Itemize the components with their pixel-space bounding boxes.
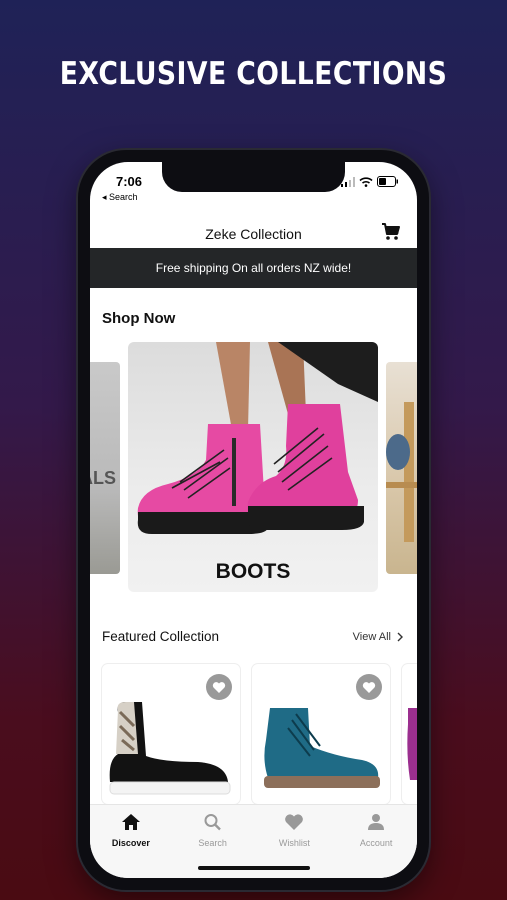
notch (162, 162, 345, 192)
app-header: Zeke Collection (90, 210, 417, 248)
back-to-search-link[interactable]: ◂ Search (102, 192, 138, 203)
tab-account[interactable]: Account (335, 805, 417, 878)
wishlist-button[interactable] (356, 674, 382, 700)
purple-boot-image (407, 708, 417, 780)
product-card[interactable] (102, 664, 240, 804)
tab-label: Search (198, 838, 227, 848)
heart-icon (285, 814, 304, 830)
heart-icon (362, 681, 376, 693)
shop-now-title: Shop Now (102, 310, 176, 327)
search-icon (204, 814, 221, 831)
category-card-label: BOOTS (215, 560, 291, 583)
category-card-next[interactable] (386, 362, 417, 574)
wishlist-button[interactable] (206, 674, 232, 700)
product-card-partial[interactable] (402, 664, 417, 804)
chair-image (386, 402, 417, 542)
status-icons (341, 176, 399, 187)
home-indicator (198, 866, 310, 870)
status-time: 7:06 (116, 174, 143, 189)
phone-frame: 7:06 ◂ Search Zeke Collection Free shipp… (78, 150, 429, 890)
pink-boots-image (137, 342, 378, 534)
headline: EXCLUSIVE COLLECTIONS (59, 56, 448, 92)
featured-collection-title: Featured Collection (102, 629, 220, 644)
tab-label: Discover (111, 838, 150, 848)
tab-discover[interactable]: Discover (90, 805, 172, 878)
app-screen: 7:06 ◂ Search Zeke Collection Free shipp… (90, 162, 417, 878)
battery-icon (377, 176, 398, 187)
category-card-label: ALS (90, 468, 116, 488)
chevron-right-icon (397, 632, 403, 642)
view-all-label: View All (352, 631, 391, 643)
category-carousel[interactable]: ALS BOOTS (90, 342, 417, 597)
category-card-sandals[interactable]: ALS (90, 362, 120, 574)
cart-icon[interactable] (381, 222, 401, 242)
tab-label: Account (359, 838, 393, 848)
page-title: Zeke Collection (205, 226, 302, 242)
view-all-link[interactable]: View All (353, 631, 403, 643)
home-icon (121, 814, 140, 830)
product-card[interactable] (252, 664, 390, 804)
category-card-boots[interactable]: BOOTS (128, 342, 378, 592)
wifi-icon (359, 176, 373, 187)
tab-label: Wishlist (278, 838, 310, 848)
heart-icon (212, 681, 226, 693)
user-icon (368, 814, 385, 830)
shipping-banner: Free shipping On all orders NZ wide! (90, 248, 417, 288)
